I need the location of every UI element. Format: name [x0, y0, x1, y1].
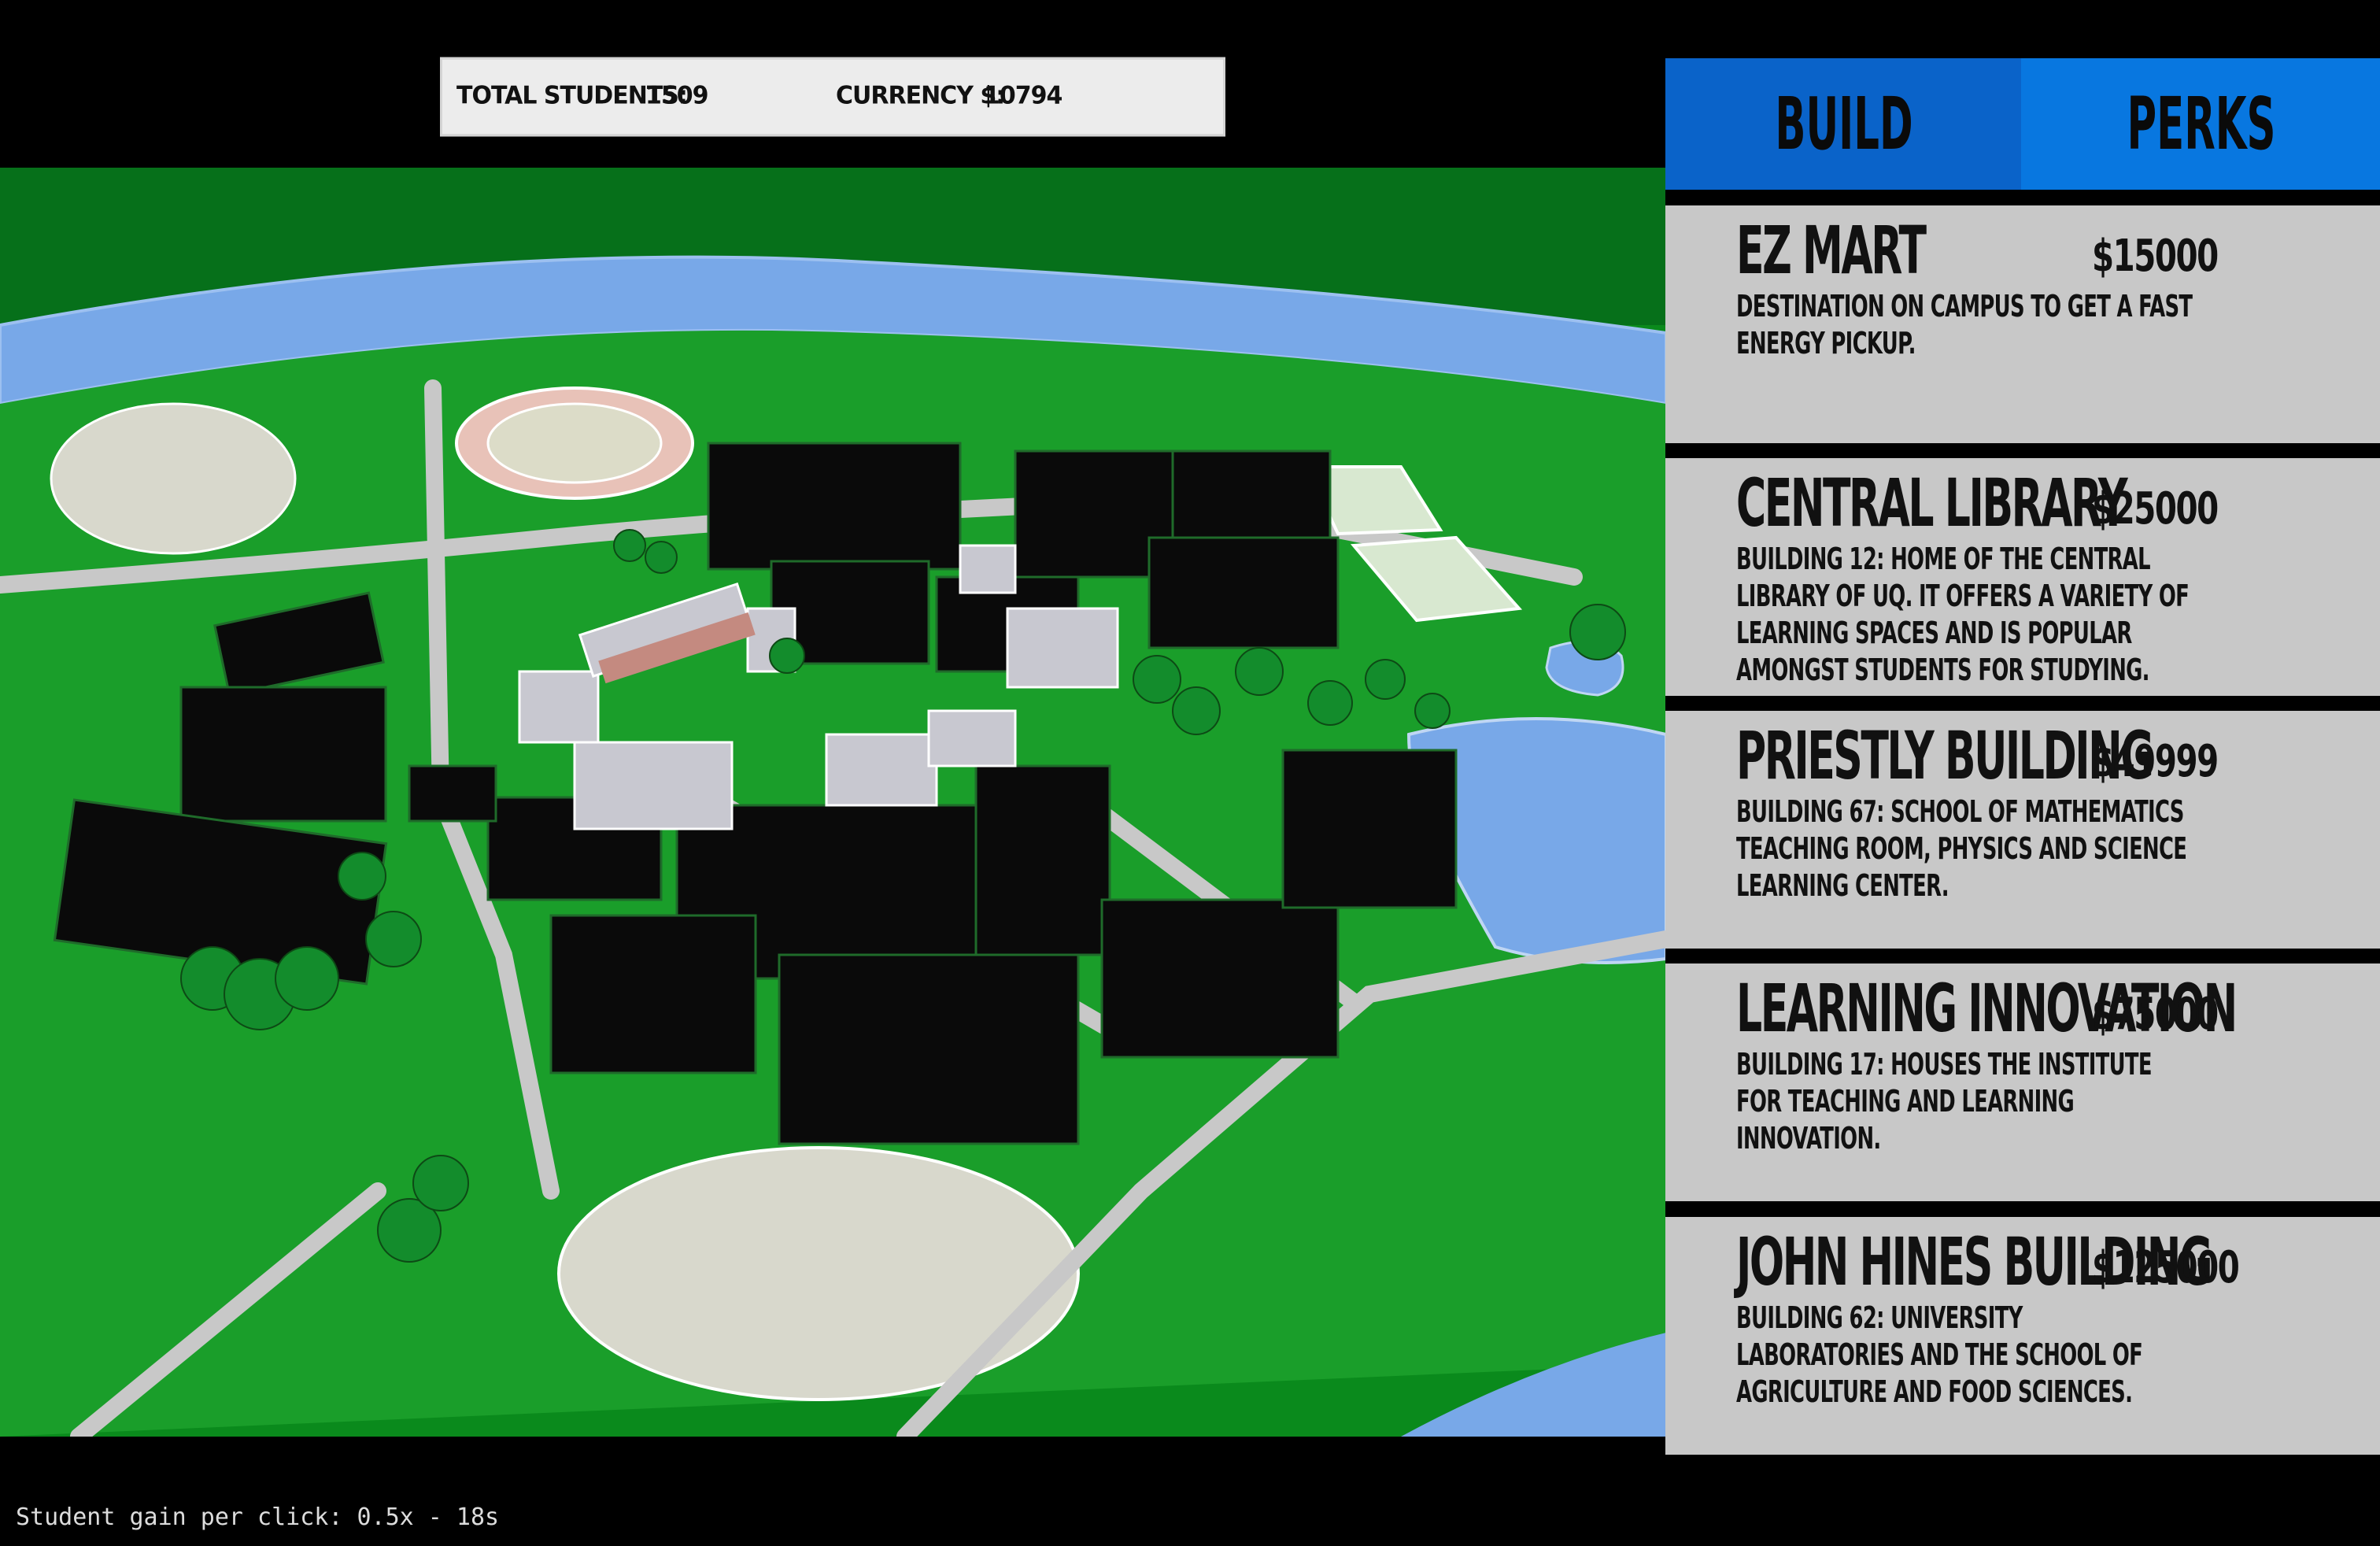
- campus-map[interactable]: [0, 168, 1666, 1437]
- currency-label: CURRENCY $:: [836, 81, 1005, 110]
- building-card-learning-innovation[interactable]: LEARNING INNOVATION $75000 BUILDING 17: …: [1665, 963, 2380, 1201]
- building-price: $25000: [2092, 483, 2219, 534]
- building-price: $15000: [2092, 231, 2219, 282]
- building-description: DESTINATION ON CAMPUS TO GET A FAST ENER…: [1736, 289, 2193, 361]
- building-price: $125000: [2092, 1242, 2240, 1293]
- build-sidebar: BUILD PERKS EZ MART $15000 DESTINATION O…: [1665, 58, 2380, 1456]
- building-card-john-hines-building[interactable]: JOHN HINES BUILDING $125000 BUILDING 62:…: [1665, 1217, 2380, 1455]
- resource-counter-bar: TOTAL STUDENTS: 1509 CURRENCY $: 10794: [440, 57, 1225, 137]
- student-gain-status: Student gain per click: 0.5x - 18s: [16, 1503, 500, 1531]
- building-description: BUILDING 17: HOUSES THE INSTITUTE FOR TE…: [1736, 1047, 2153, 1156]
- currency-value: 10794: [984, 81, 1062, 110]
- building-price: $75000: [2092, 989, 2219, 1040]
- building-name: EZ MART: [1736, 212, 1927, 289]
- building-name: CENTRAL LIBRARY: [1736, 464, 2128, 542]
- building-price: $49999: [2092, 736, 2219, 787]
- building-card-central-library[interactable]: CENTRAL LIBRARY $25000 BUILDING 12: HOME…: [1665, 458, 2380, 696]
- building-name: PRIESTLY BUILDING: [1736, 717, 2154, 794]
- building-description: BUILDING 62: UNIVERSITY LABORATORIES AND…: [1736, 1300, 2143, 1409]
- tab-build[interactable]: BUILD: [1733, 58, 1954, 190]
- sidebar-tabs: BUILD PERKS: [1665, 58, 2380, 190]
- building-card-ez-mart[interactable]: EZ MART $15000 DESTINATION ON CAMPUS TO …: [1665, 205, 2380, 443]
- building-card-priestly-building[interactable]: PRIESTLY BUILDING $49999 BUILDING 67: SC…: [1665, 711, 2380, 949]
- building-description: BUILDING 12: HOME OF THE CENTRAL LIBRARY…: [1736, 542, 2190, 687]
- building-description: BUILDING 67: SCHOOL OF MATHEMATICS TEACH…: [1736, 794, 2187, 903]
- tab-perks[interactable]: PERKS: [2090, 58, 2312, 190]
- total-students-value: 1509: [645, 81, 708, 110]
